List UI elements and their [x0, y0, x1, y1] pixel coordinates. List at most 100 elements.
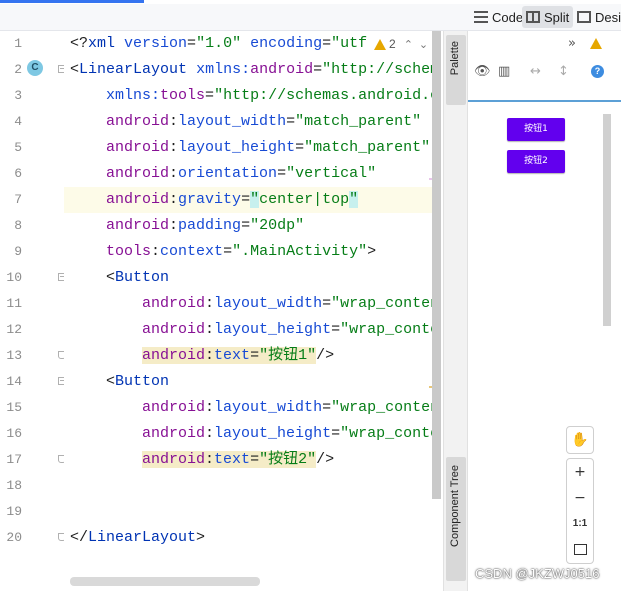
code-token: "1.0" — [196, 35, 242, 52]
code-line[interactable]: android:layout_height="wrap_conten — [70, 317, 434, 343]
code-line[interactable]: xmlns:tools="http://schemas.android.co — [70, 83, 434, 109]
code-token: = — [241, 217, 251, 234]
class-badge-icon[interactable]: C — [27, 60, 43, 76]
code-line[interactable]: android:layout_height="match_parent" — [70, 135, 430, 161]
editor-horizontal-scrollbar[interactable] — [70, 577, 260, 586]
code-line[interactable]: </LinearLayout> — [70, 525, 205, 551]
code-token: layout_height — [214, 425, 332, 442]
code-token: "match_parent" — [304, 139, 431, 156]
code-token: android — [142, 295, 206, 312]
canvas-scrollbar[interactable] — [603, 114, 611, 326]
code-line[interactable]: tools:context=".MainActivity"> — [70, 239, 376, 265]
code-token: : — [169, 165, 179, 182]
palette-tab[interactable]: Palette — [446, 35, 466, 105]
code-line[interactable]: <?xml version="1.0" encoding="utf — [70, 31, 367, 57]
component-tree-tab-label: Component Tree — [449, 465, 461, 547]
preview-button-1[interactable]: 按钮1 — [507, 118, 565, 141]
code-line[interactable]: <Button — [70, 369, 169, 395]
code-line[interactable]: android:layout_width="wrap_content — [70, 291, 434, 317]
code-token: = — [241, 191, 251, 208]
code-token: > — [196, 529, 206, 546]
code-line[interactable]: android:gravity="center|top" — [70, 187, 359, 213]
code-editor[interactable]: <?xml version="1.0" encoding="utf <Linear… — [64, 31, 434, 591]
design-preview-panel: » 👁 ▥ ↔ ↕ ? 按钮1 按钮2 ✋ + − 1:1 — [468, 31, 621, 591]
horizontal-resize-icon[interactable]: ↔ — [530, 59, 541, 85]
code-line[interactable]: <LinearLayout xmlns:android="http://sche… — [70, 57, 434, 83]
code-token: layout_width — [178, 113, 287, 130]
code-token: LinearLayout — [79, 61, 188, 78]
vertical-resize-icon[interactable]: ↕ — [558, 59, 569, 85]
code-token: : — [205, 321, 215, 338]
code-line[interactable]: <Button — [70, 265, 169, 291]
zoom-fit-button[interactable] — [567, 537, 593, 563]
code-token: android — [106, 191, 170, 208]
line-number: 20 — [6, 530, 22, 545]
warning-icon[interactable] — [590, 38, 602, 49]
code-token: version — [124, 35, 188, 52]
design-view-button[interactable]: Desig — [573, 6, 621, 28]
code-token: tools — [160, 87, 206, 104]
eye-icon[interactable]: 👁 — [474, 59, 491, 85]
zoom-in-button[interactable]: + — [567, 459, 593, 485]
code-line[interactable]: android:layout_width="wrap_content — [70, 395, 434, 421]
warning-icon — [374, 38, 386, 50]
code-token: android — [142, 321, 206, 338]
code-token: : — [169, 113, 179, 130]
palette-tab-label: Palette — [449, 41, 461, 76]
code-token: = — [286, 113, 296, 130]
code-token: layout_width — [214, 399, 323, 416]
code-line[interactable]: android:orientation="vertical" — [70, 161, 376, 187]
chevron-up-icon[interactable]: ⌃ — [404, 38, 413, 51]
hand-icon[interactable]: ✋ — [567, 427, 593, 453]
code-view-button[interactable]: Code — [470, 6, 527, 28]
code-token: "utf — [331, 35, 368, 52]
inspection-widget[interactable]: 2 ⌃ ⌄ — [370, 33, 434, 55]
zoom-out-button[interactable]: − — [567, 485, 593, 511]
line-number: 15 — [6, 400, 22, 415]
code-token: < — [70, 269, 116, 286]
code-token: "match_parent" — [295, 113, 422, 130]
code-view-icon — [474, 11, 488, 23]
code-token: android — [142, 425, 206, 442]
preview-button-2[interactable]: 按钮2 — [507, 150, 565, 173]
design-side-strip: Palette Component Tree — [443, 31, 468, 591]
code-line[interactable]: android:layout_height="wrap_conten — [70, 421, 434, 447]
code-token: "wrap_content — [331, 295, 434, 312]
code-line[interactable]: android:text="按钮2"/> — [70, 447, 334, 473]
zoom-actual-size-button[interactable]: 1:1 — [567, 511, 593, 537]
chevron-down-icon[interactable]: ⌄ — [419, 38, 428, 51]
line-number: 9 — [14, 244, 22, 259]
line-number: 7 — [14, 192, 22, 207]
code-token: /> — [316, 347, 335, 364]
code-line[interactable]: android:text="按钮1"/> — [70, 343, 334, 369]
blueprint-icon[interactable]: ▥ — [498, 59, 510, 85]
chevron-right-icon[interactable]: » — [568, 31, 576, 57]
split-view-button[interactable]: Split — [522, 6, 574, 28]
editor-vertical-scrollbar[interactable] — [432, 31, 441, 499]
code-token: = — [250, 347, 260, 364]
info-icon[interactable]: ? — [591, 65, 604, 78]
code-token: android — [142, 399, 206, 416]
component-tree-tab[interactable]: Component Tree — [446, 457, 466, 581]
code-token: = — [250, 451, 260, 468]
code-token: ".MainActivity" — [232, 243, 368, 260]
code-token: = — [295, 139, 305, 156]
code-token: = — [223, 243, 233, 260]
code-token: : — [169, 217, 179, 234]
code-line[interactable]: android:layout_width="match_parent" — [70, 109, 421, 135]
code-token: /> — [316, 451, 335, 468]
design-toolbar-row-2: 👁 ▥ ↔ ↕ ? — [468, 59, 621, 85]
line-number: 13 — [6, 348, 22, 363]
code-token: : — [205, 295, 215, 312]
code-line[interactable]: android:padding="20dp" — [70, 213, 304, 239]
code-token: " — [349, 191, 359, 208]
code-token: padding — [178, 217, 242, 234]
fit-screen-icon — [573, 544, 587, 555]
code-token: layout_width — [214, 295, 323, 312]
pan-tool[interactable]: ✋ — [566, 426, 594, 454]
